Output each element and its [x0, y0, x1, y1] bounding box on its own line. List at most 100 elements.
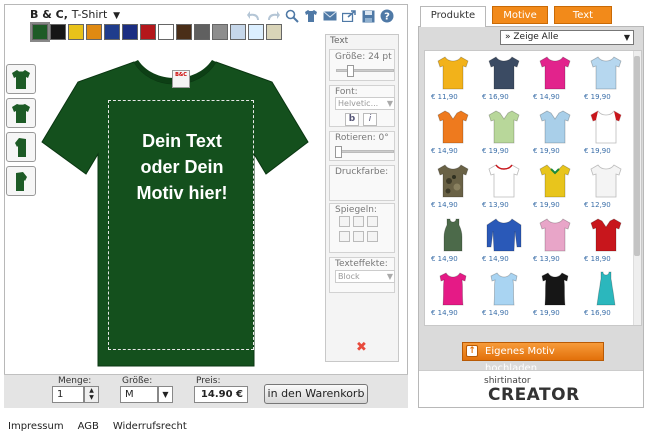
product-item[interactable]: € 12,90	[580, 161, 631, 215]
align-right-button[interactable]	[367, 231, 378, 242]
color-swatch[interactable]	[50, 24, 66, 40]
product-item[interactable]: € 13,90	[529, 215, 580, 269]
product-price: € 18,90	[584, 255, 611, 263]
upload-motif-button[interactable]: Eigenes Motiv hochladen	[462, 342, 604, 374]
footer-link-widerrufsrecht[interactable]: Widerrufsrecht	[113, 421, 187, 432]
mail-icon[interactable]	[322, 8, 338, 24]
product-item[interactable]: € 14,90	[427, 269, 478, 323]
view-right-sleeve-button[interactable]	[6, 166, 36, 196]
bold-button[interactable]: b	[345, 113, 359, 126]
color-swatch[interactable]	[158, 24, 174, 40]
text-properties-panel: Text Größe: 24 pt Font: Helvetic... ▼ b i…	[325, 34, 399, 362]
quantity-stepper[interactable]: ▲ ▼	[84, 386, 99, 403]
product-item[interactable]: € 18,90	[580, 215, 631, 269]
delete-icon[interactable]: ✖	[356, 340, 367, 355]
product-price: € 19,90	[482, 147, 509, 155]
font-select[interactable]: Helvetic... ▼	[335, 97, 395, 110]
product-price: € 14,90	[431, 147, 458, 155]
product-item[interactable]: € 19,90	[580, 107, 631, 161]
tab-text[interactable]: Text	[554, 6, 612, 24]
color-swatch[interactable]	[266, 24, 282, 40]
footer-link-agb[interactable]: AGB	[78, 421, 99, 432]
text-effects-select[interactable]: Block ▼	[335, 270, 395, 283]
quantity-input[interactable]: 1	[52, 386, 84, 403]
color-swatch[interactable]	[248, 24, 264, 40]
product-price: € 16,90	[584, 309, 611, 317]
product-price: € 14,90	[482, 255, 509, 263]
product-item[interactable]: € 19,90	[478, 107, 529, 161]
design-text[interactable]: Dein Text oder Dein Motiv hier!	[116, 128, 248, 206]
product-item[interactable]: € 14,90	[529, 53, 580, 107]
svg-text:?: ?	[384, 12, 390, 23]
product-price: € 14,90	[482, 309, 509, 317]
product-item[interactable]: € 16,90	[580, 269, 631, 323]
product-selector[interactable]: B & C, T-Shirt ▼	[30, 8, 120, 21]
product-price: € 19,90	[584, 93, 611, 101]
color-swatch[interactable]	[176, 24, 192, 40]
print-color-label: Druckfarbe:	[335, 167, 389, 177]
view-back-button[interactable]	[6, 98, 36, 128]
product-item[interactable]: € 19,90	[529, 161, 580, 215]
color-swatch[interactable]	[68, 24, 84, 40]
rotate-label: Rotieren: 0°	[335, 133, 389, 143]
help-icon[interactable]: ?	[379, 8, 395, 24]
product-grid: € 11,90 € 16,90 € 14,90 € 19,90 € 14,90 € 19,…	[424, 50, 642, 326]
italic-button[interactable]: i	[363, 113, 377, 126]
color-swatch[interactable]	[140, 24, 156, 40]
mirror-label: Spiegeln:	[335, 205, 377, 215]
category-filter-select[interactable]: » Zeige Alle ▼	[500, 30, 634, 45]
color-swatch[interactable]	[104, 24, 120, 40]
product-item[interactable]: € 14,90	[427, 161, 478, 215]
scrollbar-thumb[interactable]	[634, 56, 640, 256]
print-color-group: Druckfarbe:	[329, 165, 395, 201]
price-label: Preis:	[196, 376, 221, 386]
product-price: € 19,90	[533, 309, 560, 317]
product-price: € 19,90	[533, 147, 560, 155]
mirror-left-button[interactable]	[339, 216, 350, 227]
product-item[interactable]: € 19,90	[580, 53, 631, 107]
product-brand: B & C,	[30, 8, 68, 21]
color-swatch[interactable]	[194, 24, 210, 40]
product-item[interactable]: € 13,90	[478, 161, 529, 215]
font-size-slider[interactable]	[336, 65, 394, 77]
rotate-slider[interactable]	[335, 146, 394, 158]
product-item[interactable]: € 14,90	[478, 215, 529, 269]
product-item[interactable]: € 16,90	[478, 53, 529, 107]
color-swatch[interactable]	[86, 24, 102, 40]
design-text-line: Motiv hier!	[136, 183, 228, 203]
color-swatch[interactable]	[30, 22, 50, 42]
align-center-button[interactable]	[353, 231, 364, 242]
view-left-sleeve-button[interactable]	[6, 132, 36, 162]
tab-motive[interactable]: Motive	[492, 6, 548, 24]
undo-icon[interactable]	[246, 8, 262, 24]
redo-icon[interactable]	[265, 8, 281, 24]
share-icon[interactable]	[341, 8, 357, 24]
brand-label-tag: B&C	[172, 70, 190, 88]
product-item[interactable]: € 14,90	[478, 269, 529, 323]
chevron-down-icon[interactable]: ▼	[158, 386, 173, 403]
align-left-button[interactable]	[339, 231, 350, 242]
product-item[interactable]: € 11,90	[427, 53, 478, 107]
product-item[interactable]: € 19,90	[529, 269, 580, 323]
add-to-cart-button[interactable]: in den Warenkorb	[264, 384, 368, 404]
view-front-button[interactable]	[6, 64, 36, 94]
product-item[interactable]: € 14,90	[427, 107, 478, 161]
font-size-group: Größe: 24 pt	[329, 49, 395, 81]
view-selector	[6, 64, 36, 196]
color-swatch[interactable]	[230, 24, 246, 40]
color-swatch[interactable]	[122, 24, 138, 40]
product-price: € 14,90	[431, 255, 458, 263]
product-item[interactable]: € 19,90	[529, 107, 580, 161]
footer-link-impressum[interactable]: Impressum	[8, 421, 64, 432]
product-item[interactable]: € 14,90	[427, 215, 478, 269]
product-price: € 19,90	[584, 147, 611, 155]
color-swatch[interactable]	[212, 24, 228, 40]
rotate-group: Rotieren: 0°	[329, 131, 395, 161]
save-icon[interactable]	[360, 8, 376, 24]
mirror-center-button[interactable]	[353, 216, 364, 227]
size-select[interactable]: M	[120, 386, 158, 403]
shirt-details-icon[interactable]	[303, 8, 319, 24]
mirror-right-button[interactable]	[367, 216, 378, 227]
tab-produkte[interactable]: Produkte	[420, 6, 486, 27]
zoom-icon[interactable]	[284, 8, 300, 24]
